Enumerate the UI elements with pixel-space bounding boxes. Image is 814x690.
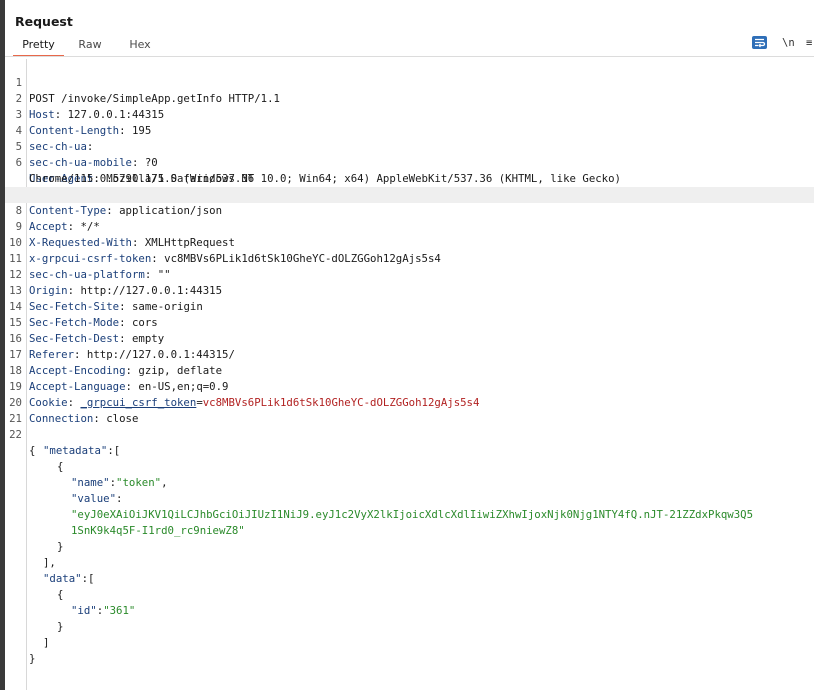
code-line: 20 Connection: close	[5, 379, 814, 425]
code-line: 4 sec-ch-ua:	[5, 107, 814, 153]
code-line: 9 X-Requested-With: XMLHttpRequest	[5, 203, 814, 249]
code-line: 3 Content-Length: 195	[5, 91, 814, 137]
code-line: 19 Cookie: _grpcui_csrf_token=vc8MBVs6PL…	[5, 363, 814, 409]
code-line: 1 POST /invoke/SimpleApp.getInfo HTTP/1.…	[5, 59, 814, 105]
tab-hex[interactable]: Hex	[121, 36, 159, 55]
json-line: "eyJ0eXAiOiJKV1QiLCJhbGciOiJIUzI1NiJ9.ey…	[5, 491, 814, 521]
json-line: ]	[43, 636, 50, 649]
json-line: "data":[	[43, 572, 95, 585]
code-line-current: 8 Accept: */*	[5, 187, 814, 233]
code-line: 18 Accept-Language: en-US,en;q=0.9	[5, 347, 814, 393]
json-line: "metadata":[	[43, 444, 121, 457]
code-line: 7 Content-Type: application/json	[5, 171, 814, 217]
json-line: 1SnK9k4q5F-I1rd0_rc9niewZ8"	[5, 507, 814, 537]
code-line: 2 Host: 127.0.0.1:44315	[5, 75, 814, 121]
code-line: 22 {	[5, 411, 814, 457]
code-line: 13 Sec-Fetch-Site: same-origin	[5, 267, 814, 313]
json-line: "value":	[71, 492, 123, 505]
wrap-lines-icon	[755, 38, 766, 48]
request-panel: Request Pretty Raw Hex \n ≡ 1 POST /invo…	[5, 0, 814, 690]
json-line: "id":"361"	[71, 604, 136, 617]
code-line: 14 Sec-Fetch-Mode: cors	[5, 283, 814, 329]
code-line: 6 User-Agent: Mozilla/5.0 (Windows NT 10…	[5, 139, 814, 185]
pretty-print-toggle[interactable]	[752, 36, 767, 49]
json-line: }	[57, 620, 64, 633]
tab-raw[interactable]: Raw	[71, 36, 109, 55]
menu-icon[interactable]: ≡	[806, 36, 812, 50]
code-line: 17 Accept-Encoding: gzip, deflate	[5, 331, 814, 377]
code-line-wrapped: Chrome/115.0.5790.171 Safari/537.36	[5, 155, 814, 185]
code-line: 10 x-grpcui-csrf-token: vc8MBVs6PLik1d6t…	[5, 219, 814, 265]
json-line: }	[57, 540, 64, 553]
code-line: 16 Referer: http://127.0.0.1:44315/	[5, 315, 814, 361]
tab-pretty[interactable]: Pretty	[13, 36, 64, 57]
json-line: ],	[43, 556, 56, 569]
code-line: 15 Sec-Fetch-Dest: empty	[5, 299, 814, 345]
json-line: {	[57, 460, 64, 473]
message-editor[interactable]: 1 POST /invoke/SimpleApp.getInfo HTTP/1.…	[5, 59, 814, 690]
show-newlines-button[interactable]: \n	[782, 36, 795, 50]
code-line: 5 sec-ch-ua-mobile: ?0	[5, 123, 814, 169]
code-line: 12 Origin: http://127.0.0.1:44315	[5, 251, 814, 297]
code-line: 11 sec-ch-ua-platform: ""	[5, 235, 814, 281]
json-line: "name":"token",	[71, 476, 168, 489]
tab-bar-divider	[5, 56, 814, 57]
code-line: 21	[5, 395, 814, 425]
panel-title: Request	[15, 14, 73, 29]
json-line: {	[57, 588, 64, 601]
json-line: }	[29, 652, 36, 665]
